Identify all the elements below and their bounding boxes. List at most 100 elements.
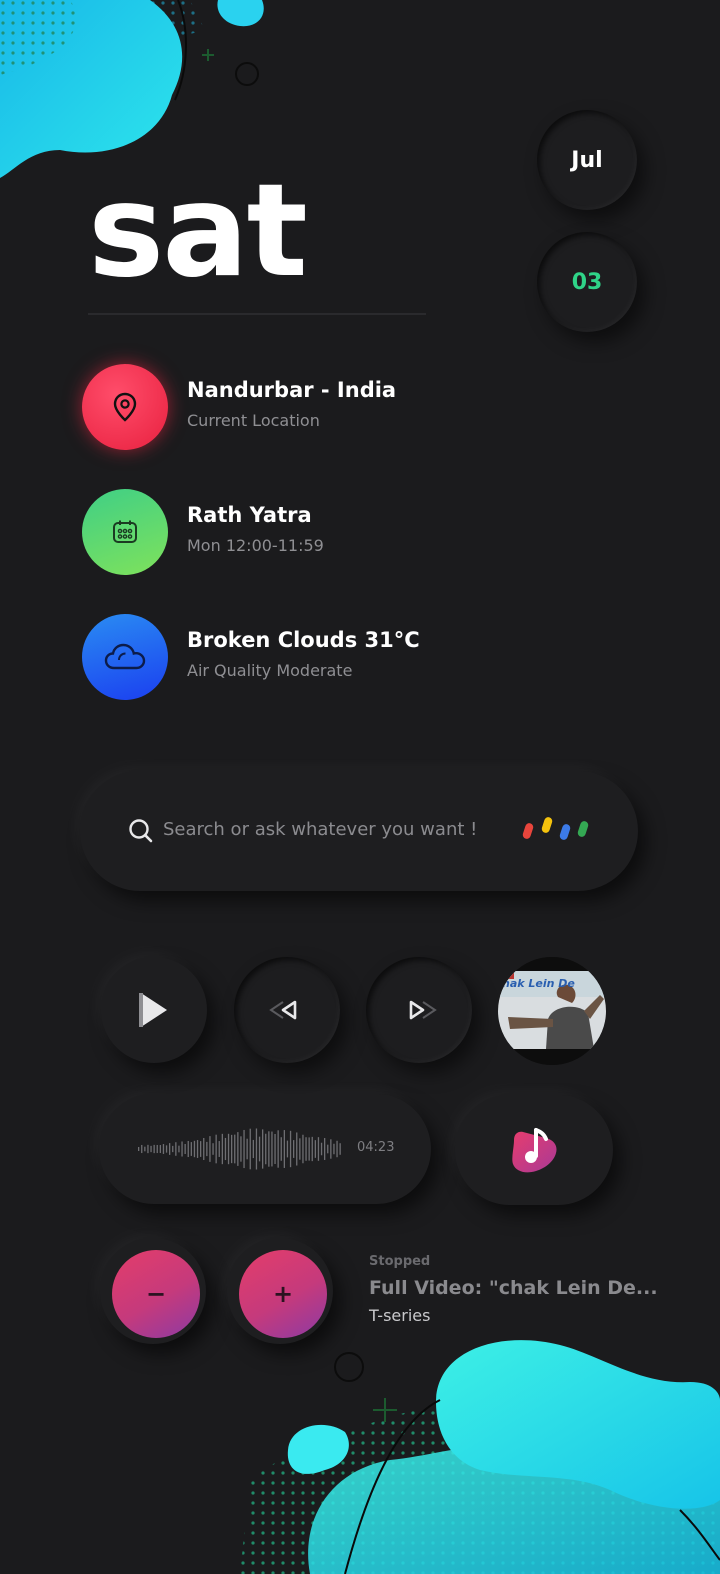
event-icon-circle xyxy=(82,489,168,575)
weather-subtitle: Air Quality Moderate xyxy=(187,661,353,680)
month-button[interactable]: Jul xyxy=(537,110,637,210)
date-label: 03 xyxy=(571,269,603,295)
event-row[interactable]: Rath Yatra Mon 12:00-11:59 xyxy=(82,489,502,575)
music-note-icon xyxy=(512,1128,557,1173)
waveform-bar xyxy=(147,1144,149,1154)
waveform-bar xyxy=(265,1133,267,1165)
waveform-bar xyxy=(327,1144,329,1154)
album-thumbnail-text: hak Lein De xyxy=(502,977,575,990)
waveform-bar xyxy=(283,1130,285,1168)
waveform-bar xyxy=(209,1136,211,1162)
waveform-bar xyxy=(255,1128,258,1170)
waveform-bar xyxy=(193,1140,196,1158)
waveform-bar xyxy=(215,1134,217,1164)
track-title: Full Video: "chak Lein De... xyxy=(369,1277,658,1299)
waveform-bar xyxy=(280,1137,282,1161)
waveform-bar xyxy=(156,1144,158,1154)
waveform-bar xyxy=(162,1144,165,1154)
fast-forward-icon xyxy=(409,1000,437,1020)
waveform-bar xyxy=(293,1140,295,1158)
waveform-bar xyxy=(274,1134,276,1164)
waveform-bar xyxy=(184,1143,186,1155)
event-subtitle: Mon 12:00-11:59 xyxy=(187,536,324,555)
volume-down-button[interactable]: − xyxy=(100,1238,206,1344)
voice-assistant-icon[interactable] xyxy=(520,815,592,845)
minus-label: − xyxy=(112,1250,200,1338)
waveform-bar xyxy=(258,1136,261,1162)
waveform-bar xyxy=(212,1143,214,1155)
playback-status: Stopped xyxy=(369,1254,431,1269)
event-title: Rath Yatra xyxy=(187,503,312,527)
waveform-bar xyxy=(317,1137,320,1161)
waveform-bar xyxy=(243,1129,245,1169)
waveform-bar xyxy=(138,1147,140,1151)
volume-up-button[interactable]: + xyxy=(227,1238,333,1344)
track-duration: 04:23 xyxy=(357,1140,395,1155)
day-title: sat xyxy=(88,157,308,306)
location-subtitle: Current Location xyxy=(187,411,320,430)
waveform-bar xyxy=(296,1132,298,1166)
waveform-bar xyxy=(336,1140,338,1158)
waveform-bar xyxy=(165,1145,168,1153)
location-title: Nandurbar - India xyxy=(187,378,397,402)
waveform-bar xyxy=(172,1145,174,1153)
waveform-bar xyxy=(305,1137,307,1161)
search-input[interactable]: Search or ask whatever you want ! xyxy=(163,819,477,840)
waveform-bar xyxy=(227,1133,230,1165)
waveform-bar xyxy=(271,1131,273,1167)
location-row[interactable]: Nandurbar - India Current Location xyxy=(82,364,502,450)
date-button[interactable]: 03 xyxy=(537,232,637,332)
waveform-bar xyxy=(268,1131,270,1167)
play-button[interactable] xyxy=(101,957,207,1063)
waveform-bar xyxy=(277,1130,279,1168)
weather-icon-circle xyxy=(82,614,168,700)
waveform-bar xyxy=(311,1136,313,1162)
waveform-bar xyxy=(200,1141,202,1157)
previous-button[interactable] xyxy=(234,957,340,1063)
plus-label: + xyxy=(239,1250,327,1338)
waveform-bar xyxy=(190,1142,192,1156)
map-pin-icon xyxy=(113,392,137,422)
waveform-bar xyxy=(330,1139,332,1159)
waveform-bar xyxy=(339,1143,341,1155)
waveform-bar xyxy=(150,1145,152,1153)
waveform-bar xyxy=(237,1132,239,1166)
waveform-bar xyxy=(324,1138,326,1160)
waveform-bar xyxy=(308,1137,310,1161)
next-button[interactable] xyxy=(366,957,472,1063)
waveform-bar xyxy=(206,1141,208,1157)
waveform-bar xyxy=(302,1134,304,1164)
waveform-bar xyxy=(314,1140,316,1158)
waveform-bar xyxy=(218,1141,220,1157)
waveform-bar xyxy=(175,1142,177,1156)
search-icon xyxy=(129,819,153,843)
calendar-icon xyxy=(113,520,137,543)
waveform-bar xyxy=(153,1144,155,1154)
waveform-graphic xyxy=(138,1128,341,1170)
waveform-bar xyxy=(159,1145,161,1153)
waveform-bar xyxy=(196,1140,199,1158)
waveform-bar xyxy=(240,1136,242,1162)
search-bar[interactable]: Search or ask whatever you want ! xyxy=(80,771,638,891)
waveform-bar xyxy=(249,1128,251,1170)
waveform-bar xyxy=(224,1137,227,1161)
album-thumbnail[interactable]: hak Lein De xyxy=(498,957,606,1065)
waveform-bar xyxy=(203,1137,205,1161)
location-icon-circle xyxy=(82,364,168,450)
waveform-bar xyxy=(320,1142,323,1156)
weather-title: Broken Clouds 31°C xyxy=(187,628,420,652)
waveform-bar xyxy=(141,1144,143,1154)
waveform-bar xyxy=(333,1143,335,1155)
waveform-bar xyxy=(181,1141,183,1157)
waveform-bar xyxy=(246,1138,248,1160)
waveform-bar xyxy=(252,1139,254,1159)
music-app-button[interactable] xyxy=(455,1095,613,1205)
waveform-bar xyxy=(234,1134,236,1164)
waveform-bar xyxy=(178,1145,180,1153)
audio-waveform[interactable]: 04:23 xyxy=(99,1094,431,1204)
track-artist: T-series xyxy=(369,1306,431,1325)
weather-row[interactable]: Broken Clouds 31°C Air Quality Moderate xyxy=(82,614,502,700)
play-icon xyxy=(139,993,167,1027)
waveform-bar xyxy=(144,1146,146,1152)
waveform-bar xyxy=(286,1140,289,1158)
